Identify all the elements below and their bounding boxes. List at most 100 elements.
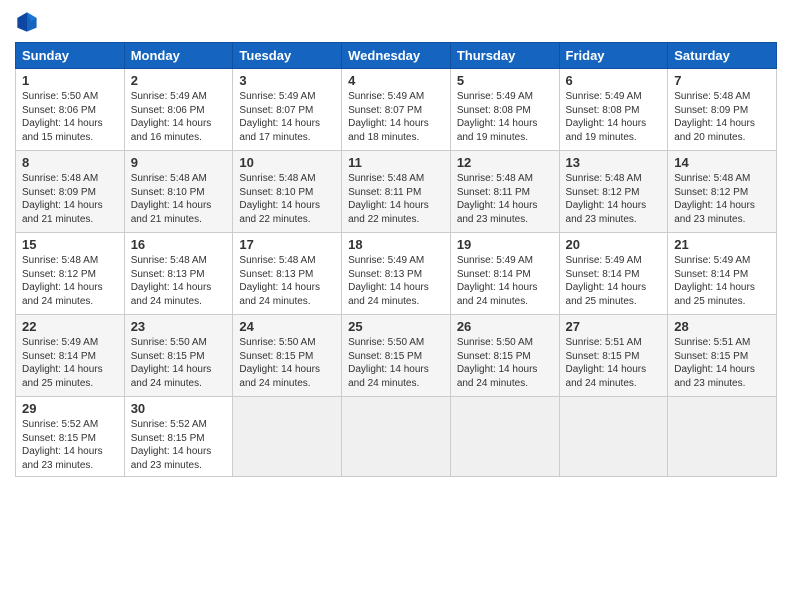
day-number: 11	[348, 155, 444, 170]
day-number: 24	[239, 319, 335, 334]
day-info: Sunrise: 5:48 AMSunset: 8:10 PMDaylight:…	[131, 173, 212, 225]
day-number: 16	[131, 237, 227, 252]
calendar-cell: 8 Sunrise: 5:48 AMSunset: 8:09 PMDayligh…	[16, 151, 125, 233]
calendar-cell: 24 Sunrise: 5:50 AMSunset: 8:15 PMDaylig…	[233, 315, 342, 397]
calendar-cell: 5 Sunrise: 5:49 AMSunset: 8:08 PMDayligh…	[450, 69, 559, 151]
day-info: Sunrise: 5:52 AMSunset: 8:15 PMDaylight:…	[131, 419, 212, 471]
weekday-header-friday: Friday	[559, 43, 668, 69]
weekday-header-row: SundayMondayTuesdayWednesdayThursdayFrid…	[16, 43, 777, 69]
day-info: Sunrise: 5:49 AMSunset: 8:08 PMDaylight:…	[457, 91, 538, 143]
day-info: Sunrise: 5:48 AMSunset: 8:12 PMDaylight:…	[566, 173, 647, 225]
day-number: 27	[566, 319, 662, 334]
calendar-cell: 9 Sunrise: 5:48 AMSunset: 8:10 PMDayligh…	[124, 151, 233, 233]
week-row-3: 15 Sunrise: 5:48 AMSunset: 8:12 PMDaylig…	[16, 233, 777, 315]
calendar-cell	[342, 397, 451, 477]
calendar-cell: 19 Sunrise: 5:49 AMSunset: 8:14 PMDaylig…	[450, 233, 559, 315]
day-number: 10	[239, 155, 335, 170]
day-number: 8	[22, 155, 118, 170]
calendar-cell: 18 Sunrise: 5:49 AMSunset: 8:13 PMDaylig…	[342, 233, 451, 315]
calendar-cell: 3 Sunrise: 5:49 AMSunset: 8:07 PMDayligh…	[233, 69, 342, 151]
day-info: Sunrise: 5:48 AMSunset: 8:11 PMDaylight:…	[348, 173, 429, 225]
calendar-cell	[559, 397, 668, 477]
day-info: Sunrise: 5:52 AMSunset: 8:15 PMDaylight:…	[22, 419, 103, 471]
day-info: Sunrise: 5:50 AMSunset: 8:15 PMDaylight:…	[348, 337, 429, 389]
day-info: Sunrise: 5:50 AMSunset: 8:06 PMDaylight:…	[22, 91, 103, 143]
day-number: 21	[674, 237, 770, 252]
day-info: Sunrise: 5:48 AMSunset: 8:12 PMDaylight:…	[674, 173, 755, 225]
day-info: Sunrise: 5:49 AMSunset: 8:14 PMDaylight:…	[22, 337, 103, 389]
page: SundayMondayTuesdayWednesdayThursdayFrid…	[0, 0, 792, 487]
day-info: Sunrise: 5:49 AMSunset: 8:07 PMDaylight:…	[239, 91, 320, 143]
calendar-cell: 16 Sunrise: 5:48 AMSunset: 8:13 PMDaylig…	[124, 233, 233, 315]
day-number: 12	[457, 155, 553, 170]
calendar-cell: 1 Sunrise: 5:50 AMSunset: 8:06 PMDayligh…	[16, 69, 125, 151]
day-number: 9	[131, 155, 227, 170]
week-row-2: 8 Sunrise: 5:48 AMSunset: 8:09 PMDayligh…	[16, 151, 777, 233]
day-info: Sunrise: 5:49 AMSunset: 8:13 PMDaylight:…	[348, 255, 429, 307]
day-info: Sunrise: 5:50 AMSunset: 8:15 PMDaylight:…	[239, 337, 320, 389]
weekday-header-saturday: Saturday	[668, 43, 777, 69]
calendar-cell	[450, 397, 559, 477]
calendar-cell: 30 Sunrise: 5:52 AMSunset: 8:15 PMDaylig…	[124, 397, 233, 477]
day-info: Sunrise: 5:49 AMSunset: 8:07 PMDaylight:…	[348, 91, 429, 143]
calendar-cell: 7 Sunrise: 5:48 AMSunset: 8:09 PMDayligh…	[668, 69, 777, 151]
day-number: 30	[131, 401, 227, 416]
day-number: 28	[674, 319, 770, 334]
day-info: Sunrise: 5:48 AMSunset: 8:13 PMDaylight:…	[131, 255, 212, 307]
day-info: Sunrise: 5:48 AMSunset: 8:09 PMDaylight:…	[674, 91, 755, 143]
calendar-cell: 26 Sunrise: 5:50 AMSunset: 8:15 PMDaylig…	[450, 315, 559, 397]
day-info: Sunrise: 5:50 AMSunset: 8:15 PMDaylight:…	[131, 337, 212, 389]
day-number: 15	[22, 237, 118, 252]
calendar-cell: 2 Sunrise: 5:49 AMSunset: 8:06 PMDayligh…	[124, 69, 233, 151]
calendar-cell: 21 Sunrise: 5:49 AMSunset: 8:14 PMDaylig…	[668, 233, 777, 315]
calendar-cell	[233, 397, 342, 477]
calendar-cell: 4 Sunrise: 5:49 AMSunset: 8:07 PMDayligh…	[342, 69, 451, 151]
day-number: 17	[239, 237, 335, 252]
day-info: Sunrise: 5:49 AMSunset: 8:08 PMDaylight:…	[566, 91, 647, 143]
day-info: Sunrise: 5:50 AMSunset: 8:15 PMDaylight:…	[457, 337, 538, 389]
calendar-cell: 22 Sunrise: 5:49 AMSunset: 8:14 PMDaylig…	[16, 315, 125, 397]
day-number: 13	[566, 155, 662, 170]
logo-icon	[15, 10, 39, 34]
day-info: Sunrise: 5:51 AMSunset: 8:15 PMDaylight:…	[674, 337, 755, 389]
day-number: 22	[22, 319, 118, 334]
weekday-header-wednesday: Wednesday	[342, 43, 451, 69]
calendar-cell	[668, 397, 777, 477]
day-info: Sunrise: 5:48 AMSunset: 8:10 PMDaylight:…	[239, 173, 320, 225]
calendar-cell: 20 Sunrise: 5:49 AMSunset: 8:14 PMDaylig…	[559, 233, 668, 315]
day-number: 18	[348, 237, 444, 252]
calendar-cell: 23 Sunrise: 5:50 AMSunset: 8:15 PMDaylig…	[124, 315, 233, 397]
day-number: 4	[348, 73, 444, 88]
day-info: Sunrise: 5:49 AMSunset: 8:14 PMDaylight:…	[674, 255, 755, 307]
day-number: 20	[566, 237, 662, 252]
logo	[15, 10, 41, 34]
day-number: 3	[239, 73, 335, 88]
week-row-5: 29 Sunrise: 5:52 AMSunset: 8:15 PMDaylig…	[16, 397, 777, 477]
day-info: Sunrise: 5:48 AMSunset: 8:12 PMDaylight:…	[22, 255, 103, 307]
day-number: 26	[457, 319, 553, 334]
day-number: 2	[131, 73, 227, 88]
calendar-cell: 6 Sunrise: 5:49 AMSunset: 8:08 PMDayligh…	[559, 69, 668, 151]
calendar-cell: 11 Sunrise: 5:48 AMSunset: 8:11 PMDaylig…	[342, 151, 451, 233]
day-number: 1	[22, 73, 118, 88]
calendar-cell: 13 Sunrise: 5:48 AMSunset: 8:12 PMDaylig…	[559, 151, 668, 233]
day-number: 25	[348, 319, 444, 334]
header	[15, 10, 777, 34]
calendar-cell: 14 Sunrise: 5:48 AMSunset: 8:12 PMDaylig…	[668, 151, 777, 233]
day-info: Sunrise: 5:51 AMSunset: 8:15 PMDaylight:…	[566, 337, 647, 389]
calendar-cell: 10 Sunrise: 5:48 AMSunset: 8:10 PMDaylig…	[233, 151, 342, 233]
day-number: 6	[566, 73, 662, 88]
calendar-cell: 28 Sunrise: 5:51 AMSunset: 8:15 PMDaylig…	[668, 315, 777, 397]
calendar-cell: 17 Sunrise: 5:48 AMSunset: 8:13 PMDaylig…	[233, 233, 342, 315]
weekday-header-thursday: Thursday	[450, 43, 559, 69]
day-number: 23	[131, 319, 227, 334]
day-info: Sunrise: 5:48 AMSunset: 8:13 PMDaylight:…	[239, 255, 320, 307]
calendar-cell: 27 Sunrise: 5:51 AMSunset: 8:15 PMDaylig…	[559, 315, 668, 397]
calendar-cell: 12 Sunrise: 5:48 AMSunset: 8:11 PMDaylig…	[450, 151, 559, 233]
day-number: 19	[457, 237, 553, 252]
week-row-1: 1 Sunrise: 5:50 AMSunset: 8:06 PMDayligh…	[16, 69, 777, 151]
calendar-table: SundayMondayTuesdayWednesdayThursdayFrid…	[15, 42, 777, 477]
day-info: Sunrise: 5:49 AMSunset: 8:06 PMDaylight:…	[131, 91, 212, 143]
weekday-header-monday: Monday	[124, 43, 233, 69]
week-row-4: 22 Sunrise: 5:49 AMSunset: 8:14 PMDaylig…	[16, 315, 777, 397]
